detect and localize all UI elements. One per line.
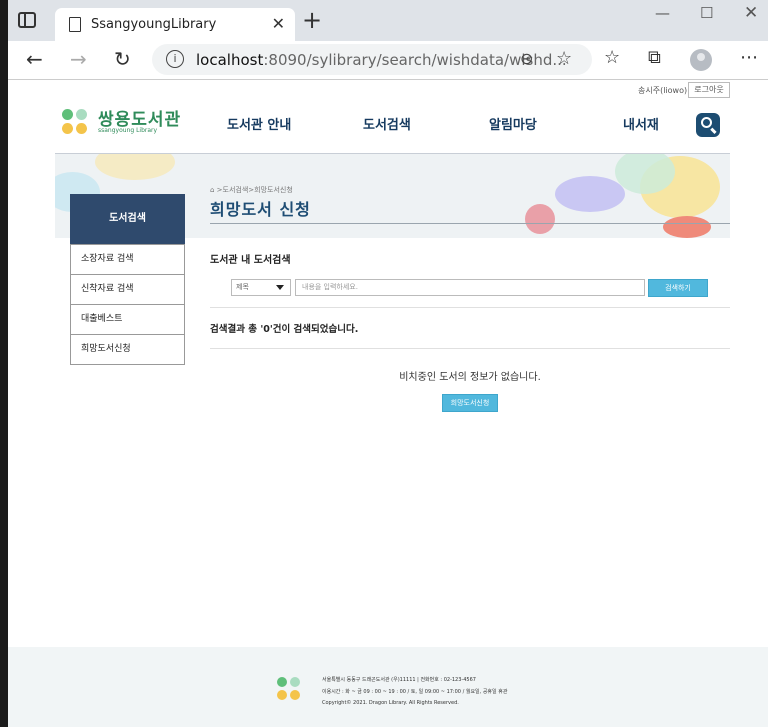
empty-message: 비치중인 도서의 정보가 없습니다. — [399, 372, 541, 383]
logo-dot — [277, 690, 287, 700]
address-bar[interactable]: i localhost:8090/sylibrary/search/wishda… — [152, 44, 592, 75]
url-text: localhost:8090/sylibrary/search/wishdata… — [196, 51, 567, 69]
cloud-decoration — [95, 154, 175, 180]
search-type-value: 제목 — [236, 283, 249, 291]
chevron-down-icon — [276, 285, 284, 290]
window-edge — [0, 0, 8, 727]
sidebar-item-loan-best[interactable]: 대출베스트 — [71, 304, 184, 334]
logo-dot — [290, 690, 300, 700]
tab-actions-icon[interactable] — [18, 12, 36, 28]
close-tab-icon[interactable]: ✕ — [272, 14, 285, 33]
site-info-icon[interactable]: i — [166, 50, 184, 68]
search-input[interactable]: 내용을 입력하세요. — [295, 279, 645, 296]
minimize-icon[interactable]: — — [655, 4, 670, 22]
profile-avatar[interactable] — [690, 49, 712, 71]
sidebar-menu: 소장자료 검색 신착자료 검색 대출베스트 희망도서신청 — [70, 244, 185, 365]
page-icon — [69, 17, 81, 32]
refresh-icon[interactable]: ↻ — [114, 47, 131, 71]
search-button[interactable]: 검색하기 — [648, 279, 708, 297]
cloud-decoration — [663, 216, 711, 238]
title-underline — [210, 223, 730, 224]
collections-icon[interactable]: ⧉ — [648, 47, 661, 68]
logo-dot — [76, 123, 87, 134]
footer-hours: 이용시간 : 화 ~ 금 09 : 00 ~ 19 : 00 / 토, 일 09… — [322, 689, 508, 695]
divider — [210, 348, 730, 349]
footer-address: 서울특별시 동동구 드래곤도서관 (우)11111 | 전화번호 : 02-12… — [322, 677, 476, 683]
menu-book-search[interactable]: 도서검색 — [363, 114, 411, 133]
favorites-icon[interactable]: ☆ — [604, 47, 620, 68]
page-title: 희망도서 신청 — [210, 200, 311, 219]
breadcrumb-path: >도서검색>희망도서신청 — [216, 186, 293, 194]
logo-dot — [62, 123, 73, 134]
menu-library-info[interactable]: 도서관 안내 — [227, 114, 291, 133]
maximize-icon[interactable]: ☐ — [700, 4, 713, 22]
logo-dot — [76, 109, 87, 120]
breadcrumb: ⌂ >도서검색>희망도서신청 — [210, 186, 293, 194]
footer-copyright: Copyright© 2021. Dragon Library. All Rig… — [322, 700, 459, 706]
logo-dot — [277, 677, 287, 687]
sidebar-item-wish-book[interactable]: 희망도서신청 — [71, 334, 184, 364]
close-window-icon[interactable]: ✕ — [744, 3, 758, 23]
section-title: 도서관 내 도서검색 — [210, 255, 291, 266]
sidebar-item-holdings-search[interactable]: 소장자료 검색 — [71, 244, 184, 274]
footer-logo — [277, 675, 303, 701]
logo-dot — [62, 109, 73, 120]
tab-title: SsangyoungLibrary — [91, 17, 217, 32]
library-logo[interactable]: 쌍용도서관 ssangyoung Library — [60, 105, 190, 137]
url-host: localhost — [196, 51, 264, 69]
logo-dot — [290, 677, 300, 687]
browser-tabstrip: SsangyoungLibrary ✕ + — ☐ ✕ — [0, 0, 768, 41]
add-favorite-icon[interactable]: ☆ — [556, 48, 572, 69]
new-tab-icon[interactable]: + — [302, 8, 322, 32]
web-page: 송시주(liowo) 로그아웃 쌍용도서관 ssangyoung Library… — [8, 80, 768, 727]
wish-book-button[interactable]: 희망도서신청 — [442, 394, 498, 412]
sidebar-item-new-arrivals[interactable]: 신착자료 검색 — [71, 274, 184, 304]
search-type-select[interactable]: 제목 — [231, 279, 291, 296]
browser-toolbar: ← → ↻ i localhost:8090/sylibrary/search/… — [8, 41, 768, 80]
menu-my-library[interactable]: 내서재 — [623, 114, 659, 133]
more-menu-icon[interactable]: ⋯ — [740, 47, 758, 68]
logo-subtitle: ssangyoung Library — [98, 127, 158, 134]
search-icon[interactable] — [696, 113, 720, 137]
back-icon[interactable]: ← — [26, 47, 43, 71]
menu-notice[interactable]: 알림마당 — [489, 114, 537, 133]
browser-tab[interactable]: SsangyoungLibrary ✕ — [55, 8, 295, 41]
divider — [210, 307, 730, 308]
logout-button[interactable]: 로그아웃 — [688, 82, 730, 98]
cloud-decoration — [525, 204, 555, 234]
zoom-icon[interactable]: ⊖ — [520, 49, 533, 68]
forward-icon[interactable]: → — [70, 47, 87, 71]
login-user: 송시주(liowo) — [638, 86, 688, 95]
footer: 서울특별시 동동구 드래곤도서관 (우)11111 | 전화번호 : 02-12… — [8, 647, 768, 727]
cloud-decoration — [555, 176, 625, 212]
result-count: 검색결과 총 '0'건이 검색되었습니다. — [210, 324, 359, 335]
sidebar-title: 도서검색 — [70, 194, 185, 244]
